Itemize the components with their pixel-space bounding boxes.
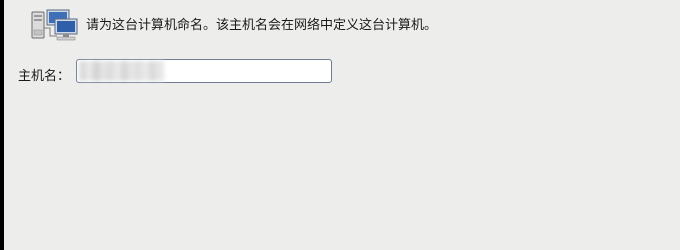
hostname-label: 主机名： xyxy=(18,69,71,84)
hostname-input[interactable] xyxy=(76,59,332,83)
network-computers-icon xyxy=(30,8,80,42)
hostname-screen: 请为这台计算机命名。该主机名会在网络中定义这台计算机。 主机名： xyxy=(4,0,680,250)
instruction-text: 请为这台计算机命名。该主机名会在网络中定义这台计算机。 xyxy=(86,18,438,33)
